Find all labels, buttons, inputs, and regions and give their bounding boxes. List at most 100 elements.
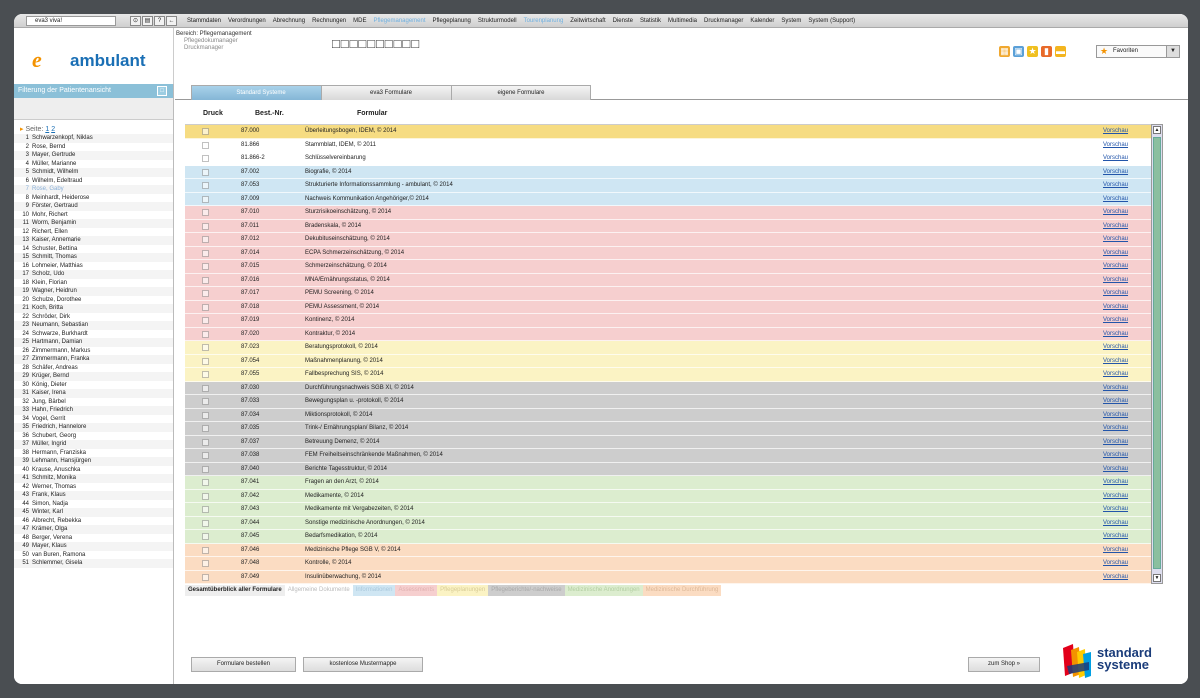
menu-item[interactable]: Pflegemanagement	[373, 18, 425, 24]
patient-list-item[interactable]: 40 Krause, Anuschka	[14, 466, 173, 475]
patient-list-item[interactable]: 13 Kaiser, Annemarie	[14, 236, 173, 245]
print-checkbox[interactable]	[202, 317, 209, 324]
lock-icon[interactable]: ⊙	[130, 15, 141, 26]
legend-filter[interactable]: Assessments	[395, 585, 438, 596]
folder-icon[interactable]: ▬	[1055, 46, 1066, 57]
patient-list-item[interactable]: 21 Koch, Britta	[14, 304, 173, 313]
print-checkbox[interactable]	[202, 330, 209, 338]
patient-list-item[interactable]: 18 Klein, Florian	[14, 279, 173, 288]
menu-item[interactable]: Kalender	[750, 18, 774, 24]
patient-list-item[interactable]: 46 Albrecht, Rebekka	[14, 517, 173, 526]
patient-list-item[interactable]: 31 Kaiser, Irena	[14, 389, 173, 398]
app-select[interactable]: eva3 viva!	[26, 15, 116, 26]
patient-list-item[interactable]: 32 Jung, Bärbel	[14, 398, 173, 407]
print-checkbox[interactable]	[202, 263, 209, 270]
patient-list-item[interactable]: 36 Schubert, Georg	[14, 432, 173, 441]
filter-toggle-icon[interactable]: □	[157, 86, 167, 96]
menu-item[interactable]: Verordnungen	[228, 18, 266, 24]
patient-list-item[interactable]: 27 Zimmermann, Franka	[14, 355, 173, 364]
print-checkbox[interactable]	[202, 290, 209, 297]
patient-list-item[interactable]: 30 König, Dieter	[14, 381, 173, 390]
preview-link[interactable]: Vorschau	[1103, 355, 1128, 368]
patient-list-item[interactable]: 38 Hermann, Franziska	[14, 449, 173, 458]
print-checkbox[interactable]	[202, 182, 209, 189]
preview-link[interactable]: Vorschau	[1103, 152, 1128, 165]
patient-list-item[interactable]: 26 Zimmermann, Markus	[14, 347, 173, 356]
patient-list-item[interactable]: 6 Wilhelm, Edeltraud	[14, 177, 173, 186]
print-checkbox[interactable]	[202, 465, 209, 473]
menu-item[interactable]: Statistik	[640, 18, 661, 24]
preview-link[interactable]: Vorschau	[1103, 301, 1128, 314]
menu-item[interactable]: MDE	[353, 18, 366, 24]
chevron-down-icon[interactable]: ▼	[1166, 46, 1179, 57]
patient-list-item[interactable]: 51 Schlemmer, Gisela	[14, 559, 173, 568]
print-checkbox[interactable]	[202, 141, 209, 149]
menu-item[interactable]: Rechnungen	[312, 18, 346, 24]
page-link-2[interactable]: 2	[51, 126, 55, 133]
preview-link[interactable]: Vorschau	[1103, 449, 1128, 462]
patient-list-item[interactable]: 12 Richert, Ellen	[14, 228, 173, 237]
menu-item[interactable]: Zeitwirtschaft	[570, 18, 605, 24]
preview-link[interactable]: Vorschau	[1103, 247, 1128, 260]
menu-item[interactable]: Druckmanager	[704, 18, 743, 24]
legend-filter[interactable]: Pflegeplanungen	[437, 585, 489, 596]
patient-list-item[interactable]: 25 Hartmann, Damian	[14, 338, 173, 347]
patient-list-item[interactable]: 22 Schröder, Dirk	[14, 313, 173, 322]
patient-list-item[interactable]: 41 Schmitz, Monika	[14, 474, 173, 483]
patient-list-item[interactable]: 49 Mayer, Klaus	[14, 542, 173, 551]
preview-link[interactable]: Vorschau	[1103, 409, 1128, 422]
patient-list-item[interactable]: 45 Winter, Karl	[14, 508, 173, 517]
print-icon[interactable]: ▤	[142, 15, 153, 26]
print-checkbox[interactable]	[202, 533, 209, 540]
print-checkbox[interactable]	[202, 546, 209, 554]
menu-item[interactable]: System	[781, 18, 801, 24]
menu-item[interactable]: Abrechnung	[273, 18, 305, 24]
legend-filter[interactable]: Pflegeberichte/-nachweise	[488, 585, 565, 596]
arrow-icon[interactable]: ←	[166, 15, 177, 26]
help-icon[interactable]: ?	[154, 15, 165, 26]
patient-list-item[interactable]: 16 Lohmeier, Matthias	[14, 262, 173, 271]
patient-list-item[interactable]: 11 Worm, Benjamin	[14, 219, 173, 228]
print-checkbox[interactable]	[202, 357, 209, 365]
legend-filter[interactable]: Gesamtüberblick aller Formulare	[185, 585, 285, 596]
patient-list-item[interactable]: 17 Scholz, Udo	[14, 270, 173, 279]
legend-filter[interactable]: Medizinische Durchführung	[642, 585, 722, 596]
scroll-up-icon[interactable]: ▲	[1153, 126, 1161, 134]
preview-link[interactable]: Vorschau	[1103, 517, 1128, 530]
patient-list-item[interactable]: 9 Förster, Gertraud	[14, 202, 173, 211]
patient-list-item[interactable]: 37 Müller, Ingrid	[14, 440, 173, 449]
preview-link[interactable]: Vorschau	[1103, 314, 1128, 327]
preview-link[interactable]: Vorschau	[1103, 490, 1128, 503]
scroll-down-icon[interactable]: ▼	[1153, 574, 1161, 582]
print-checkbox[interactable]	[202, 276, 209, 284]
print-checkbox[interactable]	[202, 452, 209, 459]
patient-list-item[interactable]: 39 Lehmann, Hansjürgen	[14, 457, 173, 466]
patient-list-item[interactable]: 47 Krämer, Olga	[14, 525, 173, 534]
scrollbar[interactable]: ▲ ▼	[1151, 124, 1163, 584]
preview-link[interactable]: Vorschau	[1103, 557, 1128, 570]
print-checkbox[interactable]	[202, 384, 209, 392]
print-checkbox[interactable]	[202, 573, 209, 581]
print-checkbox[interactable]	[202, 371, 209, 378]
preview-link[interactable]: Vorschau	[1103, 571, 1128, 584]
preview-link[interactable]: Vorschau	[1103, 463, 1128, 476]
tab-eva3-formulare[interactable]: eva3 Formulare	[321, 85, 461, 100]
free-sample-button[interactable]: kostenlose Mustermappe	[303, 657, 423, 672]
print-checkbox[interactable]	[202, 519, 209, 527]
patient-list-item[interactable]: 28 Schäfer, Andreas	[14, 364, 173, 373]
preview-link[interactable]: Vorschau	[1103, 530, 1128, 543]
tab-eigene-formulare[interactable]: eigene Formulare	[451, 85, 591, 100]
calendar-icon[interactable]: ▣	[1013, 46, 1024, 57]
preview-link[interactable]: Vorschau	[1103, 233, 1128, 246]
menu-item[interactable]: System (Support)	[808, 18, 855, 24]
print-checkbox[interactable]	[202, 155, 209, 162]
preview-link[interactable]: Vorschau	[1103, 193, 1128, 206]
tab-standard-systeme[interactable]: Standard Systeme	[191, 85, 331, 100]
print-checkbox[interactable]	[202, 411, 209, 419]
legend-filter[interactable]: Allgemeine Dokumente	[284, 585, 353, 596]
menu-item[interactable]: Tourenplanung	[524, 18, 564, 24]
patient-list-item[interactable]: 2 Rose, Bernd	[14, 143, 173, 152]
patient-list-item[interactable]: 23 Neumann, Sebastian	[14, 321, 173, 330]
print-checkbox[interactable]	[202, 398, 209, 405]
patient-list-item[interactable]: 29 Krüger, Bernd	[14, 372, 173, 381]
